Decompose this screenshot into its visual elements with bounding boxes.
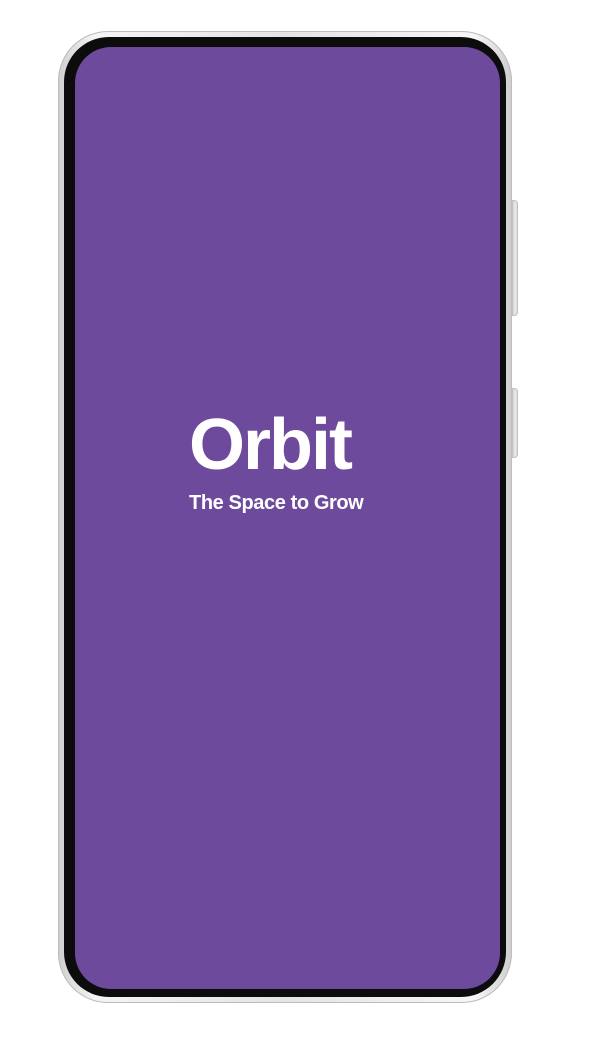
power-button (512, 388, 518, 458)
app-title: Orbit (189, 405, 353, 485)
brand-lockup: Orbit The Space to Grow (75, 47, 500, 989)
splash-screen: Orbit The Space to Grow (75, 47, 500, 989)
volume-button (512, 200, 518, 316)
app-tagline: The Space to Grow (189, 492, 364, 514)
